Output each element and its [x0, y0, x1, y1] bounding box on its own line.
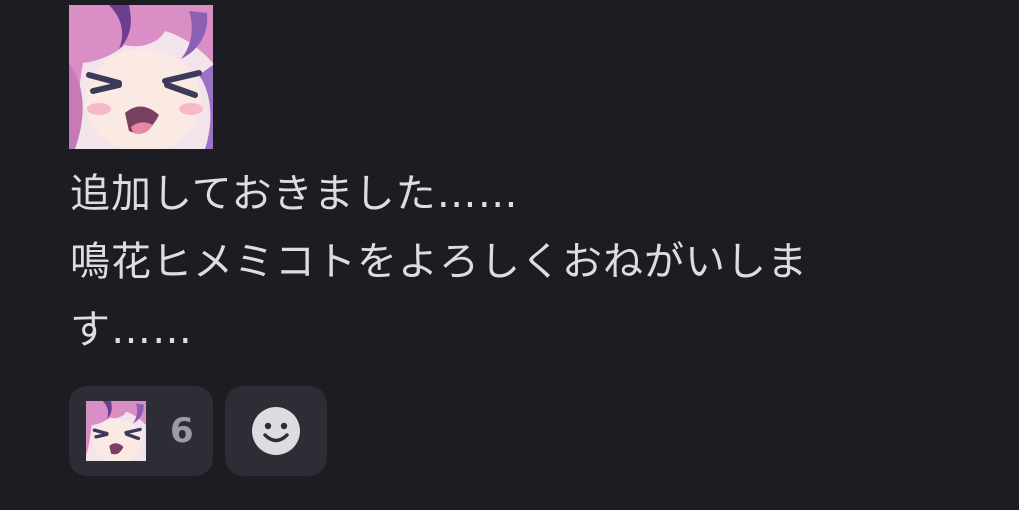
sticker-avatar-icon	[86, 401, 146, 461]
add-reaction-button[interactable]	[225, 386, 327, 476]
message-line: す……	[70, 307, 193, 353]
message-container: 追加しておきました…… 鳴花ヒメミコトをよろしくおねがいしま す…… 6	[0, 0, 1019, 510]
reaction-sticker-button[interactable]: 6	[69, 386, 213, 476]
sticker-image[interactable]	[69, 5, 213, 149]
message-line: 追加しておきました……	[70, 171, 519, 217]
message-text: 追加しておきました…… 鳴花ヒメミコトをよろしくおねがいしま す……	[70, 160, 950, 364]
smiley-icon	[252, 407, 300, 455]
reaction-count: 6	[170, 411, 194, 451]
message-line: 鳴花ヒメミコトをよろしくおねがいしま	[70, 239, 808, 285]
reaction-bar: 6	[69, 386, 327, 476]
